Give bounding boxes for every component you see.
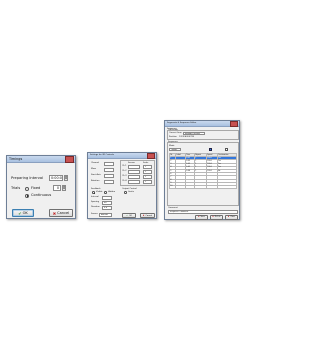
cancel-label: Cancel	[145, 214, 153, 217]
close-icon[interactable]	[230, 121, 238, 127]
interval-field[interactable]	[102, 196, 112, 200]
output-label: Output Control	[122, 187, 137, 190]
cell-continuation[interactable]	[216, 184, 238, 190]
sensor-combo-1[interactable]	[128, 165, 140, 169]
feedback-visible-label: Visible	[96, 191, 103, 193]
ok-button[interactable]: ✔ OK	[12, 209, 34, 217]
settings-title-bar[interactable]: Settings for 3D Controls	[88, 153, 156, 159]
settings-cancel-button[interactable]: ✖ Cancel	[140, 213, 155, 218]
prepare-interval-label: Preparing Interval	[11, 176, 44, 180]
prepare-interval-input[interactable]: 0:00:05	[49, 175, 63, 181]
spacing-field[interactable]: 50	[102, 201, 112, 205]
source-combo[interactable]: Box All	[99, 213, 112, 217]
mode-toggle[interactable]	[209, 148, 212, 151]
interval-label: Interval	[91, 196, 99, 198]
check-icon: ✔	[18, 210, 22, 216]
fixed-count-spinner[interactable]: ▲ ▼	[62, 185, 66, 191]
scale-field-4[interactable]: 1	[143, 180, 152, 184]
sensor-head: Sensor	[128, 161, 135, 164]
comment-box[interactable]: Sequence Comment	[168, 209, 238, 214]
position-label: Position	[169, 136, 177, 138]
settings-title: Settings for 3D Controls	[90, 153, 114, 156]
ok-label: OK	[128, 214, 132, 217]
right-label-1: Ch 1	[122, 165, 127, 167]
mode-label: Mode	[169, 145, 175, 147]
current-item-label: Current Item	[169, 132, 182, 134]
timings-title: Timings	[9, 156, 23, 161]
delete-label: Delete	[214, 216, 221, 219]
scale-field-1[interactable]: 1	[143, 165, 152, 169]
duration-field[interactable]: 5.0	[102, 206, 112, 210]
close-label: Close	[230, 216, 236, 219]
continuous-label: Continuous	[31, 193, 52, 197]
continuous-radio[interactable]	[25, 193, 29, 198]
cell-label[interactable]	[175, 184, 186, 190]
fixed-radio[interactable]	[25, 186, 29, 191]
prepare-interval-spinner[interactable]: ▲ ▼	[64, 175, 68, 181]
sequence-editor-dialog: Segments & Sequence Editor Sequence Coll…	[164, 120, 240, 220]
sequence-title-bar[interactable]: Segments & Sequence Editor	[165, 121, 239, 127]
left-label-4: Rotation	[91, 180, 100, 182]
feedback-hidden-radio[interactable]	[104, 191, 107, 194]
feedback-label: Feedback	[91, 187, 101, 190]
close-icon[interactable]	[147, 153, 155, 159]
mode-toggle-2[interactable]	[225, 148, 228, 151]
right-label-3: Ch 3	[122, 175, 127, 177]
cell-time[interactable]	[184, 184, 195, 190]
cell-repeat[interactable]	[193, 184, 207, 190]
feedback-hidden-label: Hidden	[108, 191, 116, 193]
table-row[interactable]: 10	[168, 184, 238, 190]
scale-head: Scale	[143, 161, 149, 164]
left-field-1[interactable]	[104, 162, 114, 166]
left-label-3: Start Axis	[91, 174, 101, 176]
sensor-combo-2[interactable]	[128, 170, 140, 174]
spacing-label: Spacing	[91, 201, 99, 203]
cancel-x-icon: ✖	[52, 210, 57, 216]
settings-dialog: Settings for 3D Controls Channel Mass St…	[87, 152, 157, 219]
output-limits-label: Limits	[128, 191, 134, 193]
ok-label: OK	[22, 211, 28, 215]
left-field-3[interactable]	[104, 174, 114, 178]
section-sequence: Sequence	[168, 141, 178, 143]
cancel-label: Cancel	[57, 211, 70, 215]
cancel-button[interactable]: ✖ Cancel	[49, 209, 73, 217]
sensor-combo-4[interactable]	[128, 180, 140, 184]
mode-combo[interactable]: Trigger	[169, 148, 181, 151]
section-collection: Collection	[168, 129, 178, 131]
cell-speed[interactable]	[205, 184, 218, 190]
close-btn-icon: ✖	[227, 216, 230, 219]
position-value: 1/2/3/4/5/6/7/8	[179, 136, 194, 138]
left-field-2[interactable]	[104, 168, 114, 172]
scale-field-2[interactable]: 1	[143, 170, 152, 174]
delete-button[interactable]: ✖ Delete	[210, 215, 223, 220]
cancel-x-icon: ✖	[142, 214, 145, 217]
timings-dialog: Timings Preparing Interval 0:00:05 ▲ ▼ Tr…	[6, 155, 76, 219]
source-label: Source	[91, 213, 98, 215]
save-button[interactable]: ✖ Save	[195, 215, 208, 220]
sequence-table[interactable]: Nr Label Time Repeat Speed Continuation …	[168, 152, 238, 190]
save-label: Save	[200, 216, 205, 219]
sequence-title: Segments & Sequence Editor	[167, 121, 197, 124]
current-item-combo[interactable]: Example Setting	[183, 132, 205, 135]
output-limits-radio[interactable]	[124, 191, 127, 194]
right-label-4: Ch 4	[122, 180, 127, 182]
left-label-1: Channel	[91, 162, 100, 164]
fixed-label: Fixed	[31, 186, 41, 190]
delete-icon: ✖	[212, 216, 214, 219]
left-field-4[interactable]	[104, 180, 114, 184]
right-label-2: Ch 2	[122, 170, 127, 172]
left-label-2: Mass	[91, 168, 97, 170]
close-icon[interactable]	[65, 156, 74, 163]
timings-title-bar[interactable]: Timings	[7, 156, 75, 163]
close-button[interactable]: ✖ Close	[225, 215, 238, 220]
trials-label: Trials	[11, 186, 21, 190]
fixed-count-input[interactable]: 0	[53, 185, 61, 191]
save-icon: ✖	[198, 216, 200, 219]
settings-ok-button[interactable]: ✔ OK	[122, 213, 136, 218]
sensor-combo-3[interactable]	[128, 175, 140, 179]
scale-field-3[interactable]: 1	[143, 175, 152, 179]
feedback-visible-radio[interactable]	[92, 191, 95, 194]
check-icon: ✔	[126, 214, 128, 217]
duration-label: Duration	[91, 206, 100, 208]
